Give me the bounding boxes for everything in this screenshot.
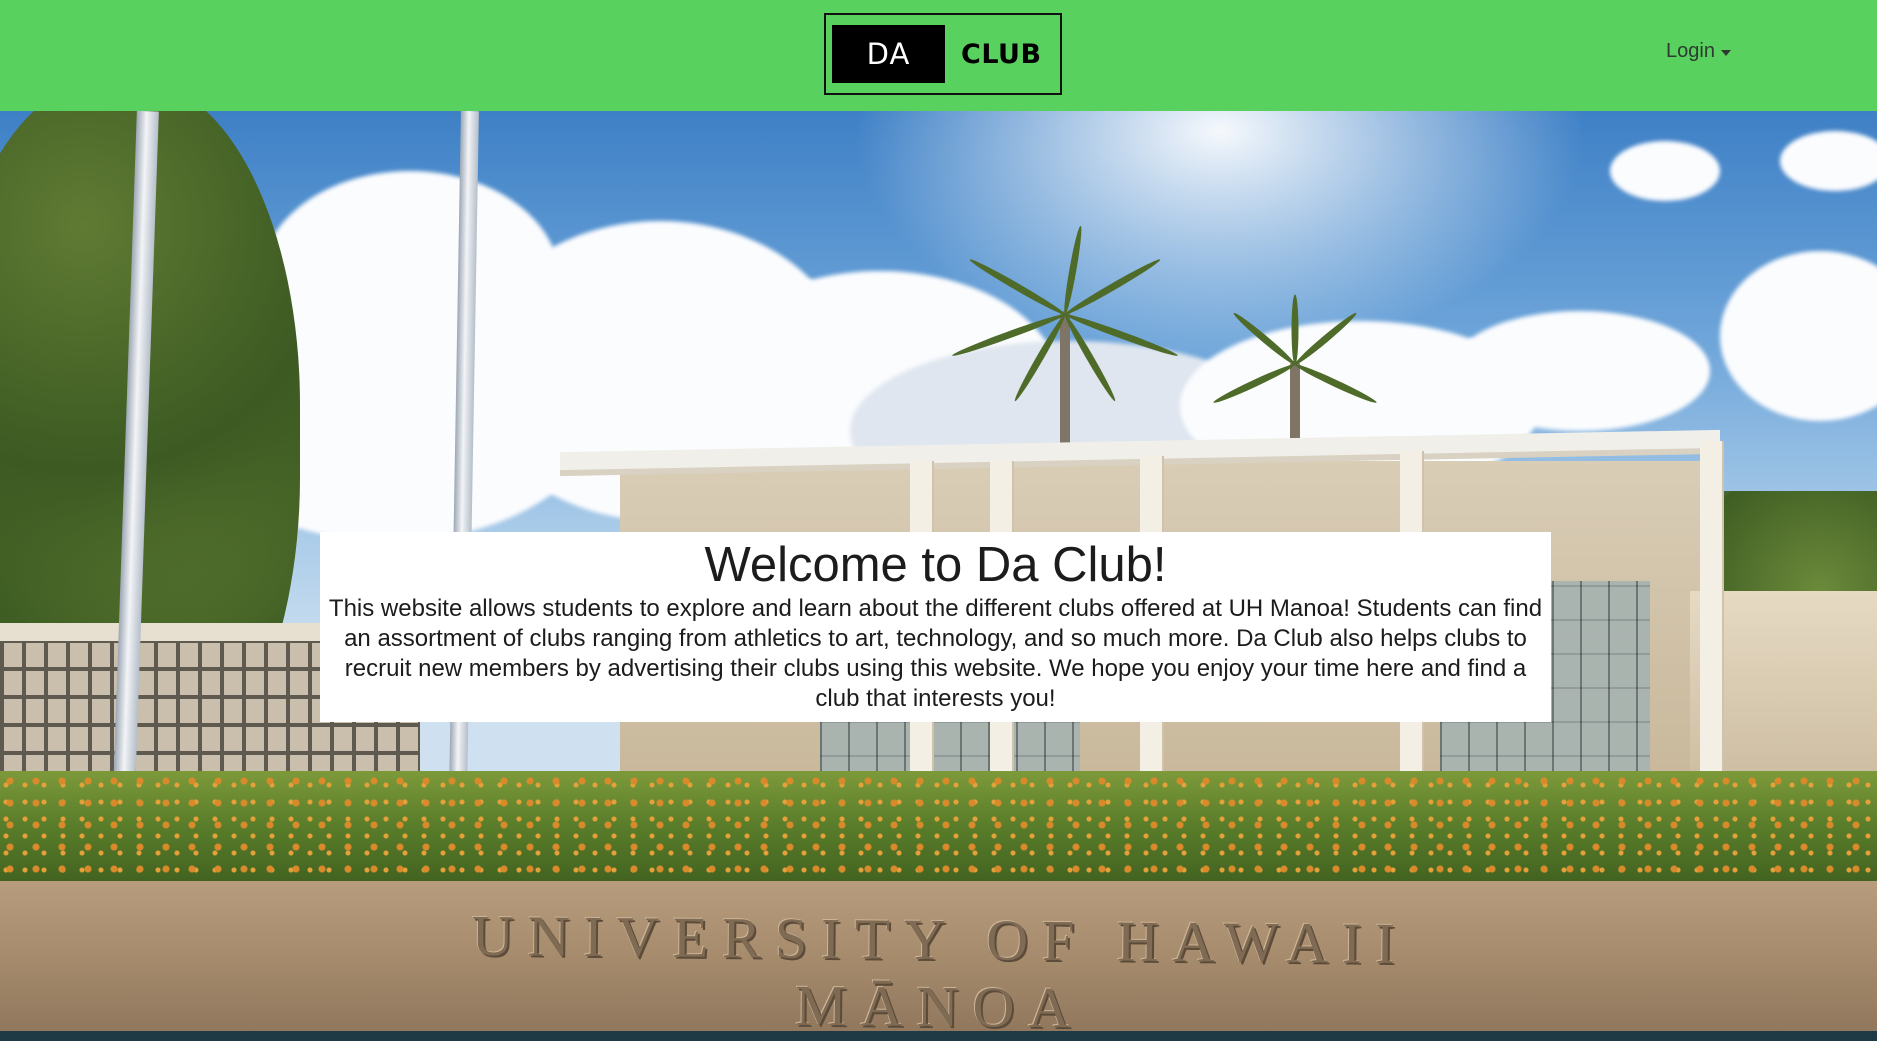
flower-hedge — [0, 771, 1877, 891]
login-label: Login — [1666, 40, 1715, 62]
brand-logo[interactable]: DA CLUB — [824, 13, 1062, 95]
ground-strip — [0, 1031, 1877, 1041]
login-dropdown[interactable]: Login — [1666, 40, 1731, 63]
chevron-down-icon — [1720, 49, 1731, 56]
welcome-card: Welcome to Da Club! This website allows … — [320, 532, 1551, 722]
building-column — [1700, 441, 1722, 791]
brand-logo-club: CLUB — [961, 38, 1042, 70]
brand-logo-da: DA — [832, 25, 945, 83]
welcome-title: Welcome to Da Club! — [704, 538, 1167, 592]
cloud — [1450, 311, 1710, 431]
university-sign: UNIVERSITY OF HAWAII MĀNOA — [471, 902, 1410, 1041]
palm-frond — [1291, 294, 1299, 365]
top-navbar: DA CLUB Login — [0, 0, 1877, 111]
cloud — [1610, 141, 1720, 201]
welcome-description: This website allows students to explore … — [328, 595, 1543, 712]
